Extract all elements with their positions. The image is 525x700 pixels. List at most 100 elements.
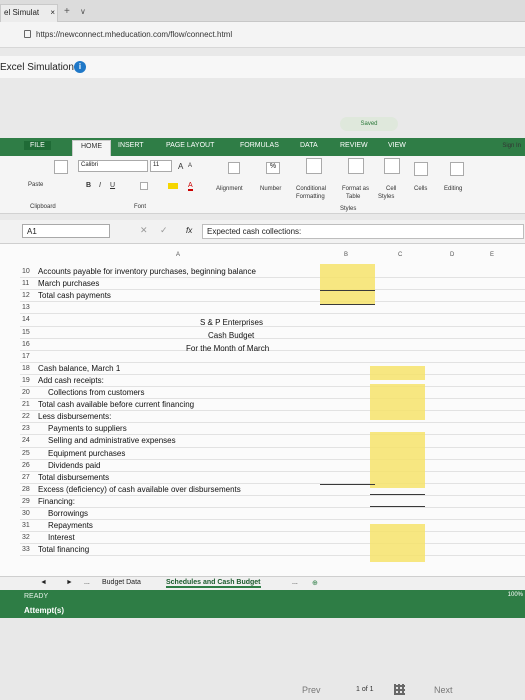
sheet-scroll-right[interactable]: ► (66, 579, 73, 586)
number-button[interactable]: Number (260, 186, 281, 192)
row-number[interactable]: 20 (22, 389, 30, 396)
column-header-d[interactable]: D (450, 252, 454, 258)
check-icon[interactable]: ✓ (160, 225, 168, 236)
input-cell-area[interactable] (320, 264, 375, 304)
next-button[interactable]: Next (434, 685, 453, 695)
format-as-table-label-2[interactable]: Table (346, 194, 360, 200)
zoom-level[interactable]: 100% (508, 592, 523, 598)
row-label[interactable]: Add cash receipts: (38, 376, 104, 385)
close-icon[interactable]: × (50, 8, 55, 17)
row-number[interactable]: 21 (22, 401, 30, 408)
row-label[interactable]: Less disbursements: (38, 412, 111, 421)
underline-button[interactable]: U (110, 182, 115, 189)
font-color-icon[interactable]: A (188, 182, 193, 191)
row-number[interactable]: 12 (22, 292, 30, 299)
tab-formulas[interactable]: FORMULAS (240, 142, 279, 149)
row-label[interactable]: Accounts payable for inventory purchases… (38, 267, 256, 276)
row-number[interactable]: 32 (22, 534, 30, 541)
font-name-select[interactable]: Calibri (78, 160, 148, 172)
column-header-b[interactable]: B (344, 252, 348, 258)
conditional-formatting-icon[interactable] (306, 158, 322, 174)
paste-button[interactable]: Paste (28, 182, 43, 188)
column-header-a[interactable]: A (176, 252, 180, 258)
prev-button[interactable]: Prev (302, 685, 321, 695)
row-label[interactable]: Dividends paid (48, 461, 100, 470)
row-number[interactable]: 25 (22, 450, 30, 457)
row-number[interactable]: 10 (22, 268, 30, 275)
format-as-table-icon[interactable] (348, 158, 364, 174)
fx-icon[interactable]: fx (186, 226, 192, 235)
name-box[interactable]: A1 (22, 224, 110, 238)
grow-font-button[interactable]: A (178, 162, 183, 171)
editing-button[interactable]: Editing (444, 186, 462, 192)
row-label[interactable]: Financing: (38, 497, 75, 506)
row-number[interactable]: 31 (22, 522, 30, 529)
cell-styles-icon[interactable] (384, 158, 400, 174)
url-text[interactable]: https://newconnect.mheducation.com/flow/… (36, 30, 232, 39)
grid-icon[interactable] (394, 684, 405, 695)
formula-input[interactable]: Expected cash collections: (202, 224, 524, 239)
row-label[interactable]: Total cash payments (38, 291, 111, 300)
row-label[interactable]: Borrowings (48, 509, 88, 518)
row-number[interactable]: 26 (22, 462, 30, 469)
row-label[interactable]: Total financing (38, 545, 89, 554)
conditional-formatting-label[interactable]: Conditional (296, 186, 326, 192)
row-label[interactable]: Equipment purchases (48, 449, 125, 458)
column-header-e[interactable]: E (490, 252, 494, 258)
format-as-table-label[interactable]: Format as (342, 186, 369, 192)
row-number[interactable]: 19 (22, 377, 30, 384)
row-number[interactable]: 28 (22, 486, 30, 493)
tab-view[interactable]: VIEW (388, 142, 406, 149)
row-number[interactable]: 17 (22, 353, 30, 360)
input-cell[interactable] (370, 366, 425, 380)
attempts-label[interactable]: Attempt(s) (24, 606, 64, 615)
row-label[interactable]: March purchases (38, 279, 99, 288)
cells-icon[interactable] (414, 162, 428, 176)
row-number[interactable]: 29 (22, 498, 30, 505)
info-icon[interactable]: i (74, 61, 86, 73)
row-number[interactable]: 15 (22, 329, 30, 336)
sheet-more-left[interactable]: ... (84, 579, 90, 586)
tab-page-layout[interactable]: PAGE LAYOUT (166, 142, 214, 149)
address-bar[interactable]: https://newconnect.mheducation.com/flow/… (0, 22, 525, 48)
italic-button[interactable]: I (99, 182, 101, 189)
cell-styles-label-2[interactable]: Styles (378, 194, 394, 200)
cell-styles-label[interactable]: Cell (386, 186, 396, 192)
row-number[interactable]: 23 (22, 425, 30, 432)
tab-file[interactable]: FILE (24, 141, 51, 150)
new-tab-button[interactable]: + (64, 6, 70, 17)
cells-button[interactable]: Cells (414, 186, 427, 192)
tab-data[interactable]: DATA (300, 142, 318, 149)
row-label[interactable]: Cash balance, March 1 (38, 364, 120, 373)
chevron-down-icon[interactable]: ∨ (80, 7, 86, 16)
row-number[interactable]: 18 (22, 365, 30, 372)
spreadsheet-grid[interactable]: A B C D E 10 Accounts payable for invento… (0, 244, 525, 576)
fill-color-icon[interactable] (168, 183, 178, 189)
row-label[interactable]: Repayments (48, 521, 93, 530)
row-label[interactable]: Interest (48, 533, 75, 542)
row-number[interactable]: 11 (22, 280, 29, 287)
scissors-icon[interactable] (54, 160, 68, 174)
borders-icon[interactable] (140, 182, 148, 190)
row-label[interactable]: Collections from customers (48, 388, 144, 397)
row-label[interactable]: Excess (deficiency) of cash available ov… (38, 485, 241, 494)
sheet-scroll-left[interactable]: ◄ (40, 579, 47, 586)
row-label[interactable]: Total cash available before current fina… (38, 400, 194, 409)
tab-home[interactable]: HOME (72, 140, 111, 156)
column-header-c[interactable]: C (398, 252, 402, 258)
sheet-tab-budget-data[interactable]: Budget Data (102, 579, 141, 586)
sheet-more-right[interactable]: ... (292, 579, 298, 586)
sheet-tab-schedules[interactable]: Schedules and Cash Budget (166, 579, 261, 588)
row-label[interactable]: Total disbursements (38, 473, 109, 482)
row-number[interactable]: 13 (22, 304, 30, 311)
row-number[interactable]: 22 (22, 413, 30, 420)
row-label[interactable]: Selling and administrative expenses (48, 436, 176, 445)
sign-in-link[interactable]: Sign In (502, 143, 521, 149)
row-number[interactable]: 16 (22, 341, 30, 348)
row-number[interactable]: 33 (22, 546, 30, 553)
input-cell[interactable] (370, 384, 425, 420)
browser-tab[interactable]: el Simulat × (0, 4, 58, 22)
font-size-select[interactable]: 11 (150, 160, 172, 172)
row-number[interactable]: 14 (22, 316, 30, 323)
row-number[interactable]: 24 (22, 437, 30, 444)
